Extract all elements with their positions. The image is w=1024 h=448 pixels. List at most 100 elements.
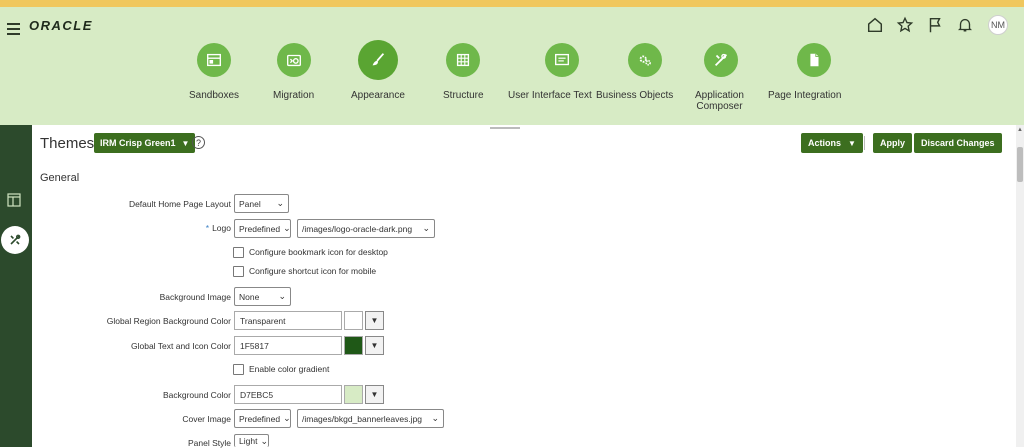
background-color-swatch: [344, 385, 363, 404]
background-color-input[interactable]: D7EBC5: [234, 385, 342, 404]
migration-icon: [276, 43, 311, 77]
background-color-label: Background Color: [162, 390, 231, 400]
nav-label-appearance: Appearance: [351, 90, 405, 101]
default-home-layout-label: Default Home Page Layout: [128, 199, 231, 209]
color-picker-dropdown-icon[interactable]: ▼: [365, 385, 384, 404]
actions-label: Actions: [808, 138, 842, 148]
user-avatar[interactable]: NM: [988, 15, 1008, 35]
color-picker-dropdown-icon[interactable]: ▼: [365, 336, 384, 355]
oracle-logo: ORACLE: [29, 18, 93, 33]
cover-image-select[interactable]: /images/bkgd_bannerleaves.jpg ⌄: [297, 409, 444, 428]
layout-panel-icon[interactable]: [7, 193, 21, 207]
global-region-bg-input[interactable]: Transparent: [234, 311, 342, 330]
vertical-scrollbar[interactable]: ▲: [1016, 125, 1024, 447]
nav-item-structure[interactable]: Structure: [443, 43, 484, 101]
nav-item-migration[interactable]: Migration: [273, 43, 314, 101]
global-text-icon-label: Global Text and Icon Color: [130, 341, 231, 351]
background-image-value: None: [239, 291, 260, 302]
chevron-down-icon: ⌄: [431, 413, 439, 423]
top-accent-stripe: [0, 0, 1024, 7]
logo-label: * Logo: [206, 223, 231, 233]
left-sidebar: [0, 125, 32, 447]
structure-grid-icon: [446, 43, 481, 77]
caret-down-icon: ▼: [181, 138, 190, 148]
header-toolbar: NM: [854, 15, 1008, 35]
global-region-bg-label: Global Region Background Color: [106, 316, 231, 326]
global-text-icon-swatch: [344, 336, 363, 355]
chevron-down-icon: ⌄: [283, 413, 291, 423]
scrollbar-thumb[interactable]: [1017, 147, 1023, 182]
chevron-down-icon: ⌄: [422, 223, 430, 233]
nav-label-migration: Migration: [273, 90, 315, 101]
logo-image-select[interactable]: /images/logo-oracle-dark.png ⌄: [297, 219, 435, 238]
nav-item-sandboxes[interactable]: Sandboxes: [189, 43, 239, 101]
nav-label-application-line2: Composer: [696, 101, 743, 112]
ui-text-icon: [545, 43, 580, 77]
nav-item-business-objects[interactable]: Business Objects: [596, 43, 673, 101]
favorites-star-icon[interactable]: [896, 16, 914, 34]
shortcut-icon-label: Configure shortcut icon for mobile: [249, 266, 377, 276]
caret-down-icon: ▼: [848, 138, 856, 148]
nav-label-user-interface-text: User Interface Text: [508, 90, 592, 101]
global-region-bg-swatch: [344, 311, 363, 330]
logo-label-text: Logo: [212, 223, 231, 233]
paintbrush-icon: [357, 40, 398, 80]
discard-changes-button[interactable]: Discard Changes: [914, 133, 1002, 153]
gears-icon: [628, 43, 663, 77]
theme-selector-label: IRM Crisp Green1: [100, 138, 176, 148]
scroll-up-arrow-icon[interactable]: ▲: [1016, 127, 1024, 135]
nav-label-page-integration: Page Integration: [768, 90, 842, 101]
color-gradient-checkbox[interactable]: [233, 364, 244, 375]
panel-style-select[interactable]: Light ⌄: [234, 434, 269, 447]
bookmark-icon-checkbox[interactable]: [233, 247, 244, 258]
actions-menu-button[interactable]: Actions ▼: [801, 133, 863, 153]
panel-style-value: Light: [239, 436, 258, 446]
help-icon[interactable]: ?: [192, 136, 205, 149]
default-home-layout-select[interactable]: Panel ⌄: [234, 194, 289, 213]
color-picker-dropdown-icon[interactable]: ▼: [365, 311, 384, 330]
bookmark-icon-label: Configure bookmark icon for desktop: [249, 247, 388, 257]
page-icon: [797, 43, 832, 77]
cover-image-type-value: Predefined: [239, 413, 281, 424]
chevron-down-icon: ⌄: [283, 223, 291, 233]
page-title: Themes: [40, 135, 95, 152]
nav-label-sandboxes: Sandboxes: [189, 90, 240, 101]
tasks-tools-icon[interactable]: [1, 226, 29, 254]
nav-label-structure: Structure: [443, 90, 484, 101]
apply-button[interactable]: Apply: [873, 133, 913, 153]
background-image-label: Background Image: [159, 292, 231, 302]
themes-content: Themes IRM Crisp Green1 ▼ ? Actions ▼ Ap…: [32, 125, 1016, 448]
notifications-bell-icon[interactable]: [956, 16, 974, 34]
home-icon[interactable]: [866, 16, 884, 34]
hamburger-menu-icon[interactable]: [7, 23, 20, 35]
cover-image-value: /images/bkgd_bannerleaves.jpg: [302, 413, 423, 424]
background-image-select[interactable]: None ⌄: [234, 287, 291, 306]
nav-label-business-objects: Business Objects: [596, 90, 674, 101]
logo-type-value: Predefined: [239, 223, 281, 234]
nav-item-appearance[interactable]: Appearance: [351, 40, 405, 101]
nav-label-application-composer: Application Composer: [695, 90, 744, 112]
logo-type-select[interactable]: Predefined ⌄: [234, 219, 291, 238]
logo-image-value: /images/logo-oracle-dark.png: [302, 223, 413, 234]
sandboxes-icon: [197, 43, 232, 77]
color-gradient-label: Enable color gradient: [249, 364, 330, 374]
cover-image-label: Cover Image: [182, 414, 231, 424]
chevron-down-icon: ⌄: [278, 291, 286, 301]
tools-icon: [703, 43, 738, 77]
required-indicator: *: [205, 223, 210, 233]
cover-image-type-select[interactable]: Predefined ⌄: [234, 409, 291, 428]
shortcut-icon-checkbox[interactable]: [233, 266, 244, 277]
flag-icon[interactable]: [926, 16, 944, 34]
chevron-down-icon: ⌄: [260, 435, 268, 446]
chevron-down-icon: ⌄: [276, 198, 284, 208]
nav-item-application-composer[interactable]: Application Composer: [695, 43, 744, 112]
theme-selector-button[interactable]: IRM Crisp Green1 ▼: [94, 133, 196, 153]
global-text-icon-input[interactable]: 1F5817: [234, 336, 342, 355]
nav-item-page-integration[interactable]: Page Integration: [768, 43, 841, 101]
default-home-layout-value: Panel: [239, 198, 261, 209]
global-header: ORACLE NM Sandboxes Migration Appearance…: [0, 7, 1024, 125]
appearance-nav: Sandboxes Migration Appearance Structure…: [0, 40, 1024, 123]
section-title-general: General: [40, 172, 80, 184]
nav-item-user-interface-text[interactable]: User Interface Text: [508, 43, 592, 101]
nav-label-application-line1: Application: [695, 90, 744, 101]
